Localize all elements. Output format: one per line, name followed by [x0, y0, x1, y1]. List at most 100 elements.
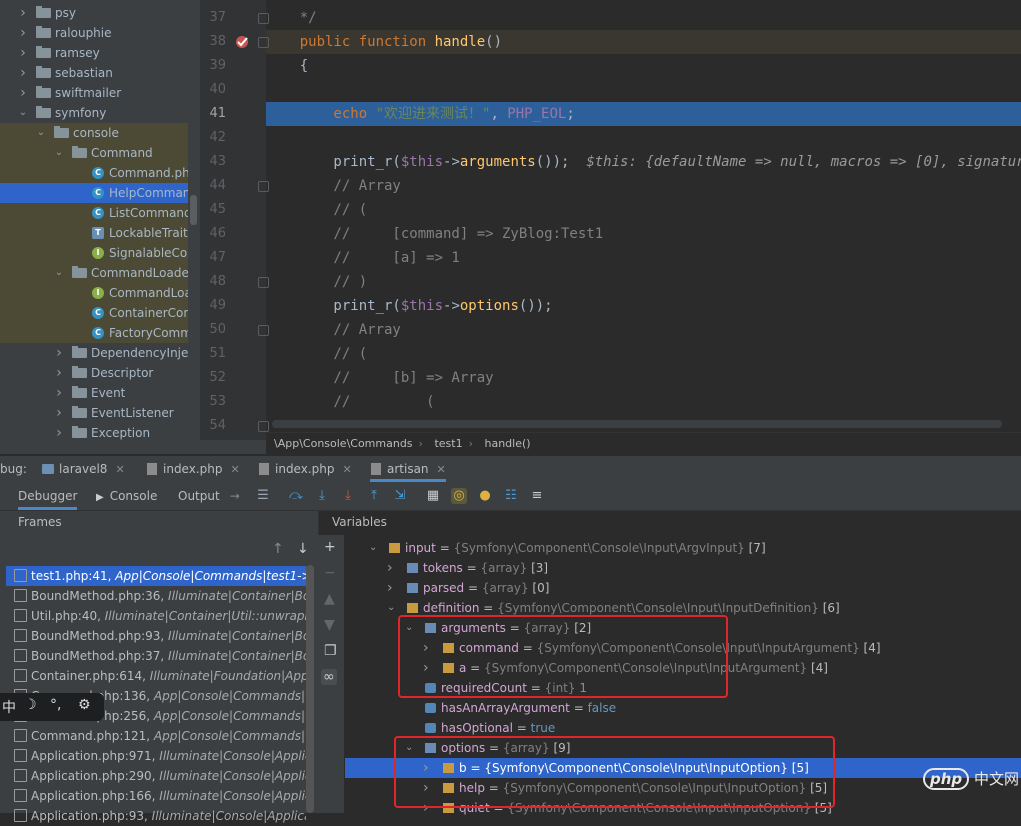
- code-line[interactable]: public function handle(): [266, 30, 1021, 54]
- run-to-cursor-icon[interactable]: ⇲: [392, 488, 408, 504]
- tree-item[interactable]: C HelpCommand: [0, 183, 188, 203]
- code-line[interactable]: echo "欢迎进来测试！", PHP_EOL;: [266, 102, 1021, 126]
- tree-item[interactable]: › EventListener: [0, 403, 188, 423]
- code-line[interactable]: [266, 78, 1021, 102]
- move-up-icon[interactable]: ▲: [324, 591, 335, 607]
- frame-item[interactable]: Application.php:971, Illuminate|Console|…: [6, 746, 306, 766]
- breakpoint-icon[interactable]: [235, 35, 249, 49]
- gear-icon[interactable]: ⚙: [78, 697, 91, 713]
- code-line[interactable]: // (: [266, 198, 1021, 222]
- add-watch-icon[interactable]: +: [324, 539, 336, 555]
- list-icon[interactable]: ☷: [503, 488, 519, 504]
- tree-item[interactable]: ⌄ symfony: [0, 103, 188, 123]
- code-line[interactable]: // (: [266, 342, 1021, 366]
- step-over-icon[interactable]: ⤼: [288, 488, 304, 504]
- settings-list-icon[interactable]: ≡: [529, 488, 545, 504]
- fold-marker[interactable]: [258, 277, 269, 288]
- frame-up-icon[interactable]: ↑: [272, 541, 284, 557]
- layout-menu-icon[interactable]: ☰: [255, 488, 271, 504]
- tree-item[interactable]: › Event: [0, 383, 188, 403]
- frame-down-icon[interactable]: ↓: [297, 541, 309, 557]
- code-line[interactable]: // Array: [266, 318, 1021, 342]
- code-editor[interactable]: */ public function handle() { echo "欢迎进来…: [266, 0, 1021, 430]
- chevron-right-icon[interactable]: ›: [387, 558, 393, 578]
- frame-item[interactable]: Application.php:166, Illuminate|Console|…: [6, 786, 306, 806]
- code-line[interactable]: print_r($this->arguments()); $this: {def…: [266, 150, 1021, 174]
- chevron-right-icon[interactable]: ›: [17, 43, 29, 63]
- chevron-right-icon[interactable]: ›: [17, 3, 29, 23]
- tree-item[interactable]: I SignalableCom: [0, 243, 188, 263]
- tree-item[interactable]: C ListCommand: [0, 203, 188, 223]
- tab-debugger[interactable]: Debugger: [18, 482, 78, 510]
- tab-console[interactable]: ▶ Console: [96, 482, 157, 510]
- chevron-right-icon[interactable]: ›: [53, 423, 65, 440]
- moon-icon[interactable]: ☽: [24, 697, 37, 713]
- copy-icon[interactable]: ❐: [324, 643, 337, 659]
- variable-row[interactable]: › tokens = {array} [3]: [345, 558, 1021, 578]
- variable-row[interactable]: ⌄ input = {Symfony\Component\Console\Inpu…: [345, 538, 1021, 558]
- debug-tab-laravel8[interactable]: laravel8 ✕: [42, 456, 125, 482]
- chevron-right-icon[interactable]: ›: [53, 363, 65, 383]
- breadcrumb-class[interactable]: test1: [434, 437, 462, 450]
- frame-item[interactable]: Command.php:121, App|Console|Commands|te…: [6, 726, 306, 746]
- frame-item[interactable]: BoundMethod.php:37, Illuminate|Container…: [6, 646, 306, 666]
- tree-item[interactable]: › sebastian: [0, 63, 188, 83]
- glasses-icon[interactable]: ∞: [321, 669, 337, 685]
- close-icon[interactable]: ✕: [115, 463, 124, 476]
- code-line[interactable]: // [command] => ZyBlog:Test1: [266, 222, 1021, 246]
- code-line[interactable]: */: [266, 6, 1021, 30]
- tree-item[interactable]: ⌄ console: [0, 123, 188, 143]
- fold-marker[interactable]: [258, 325, 269, 336]
- frame-item[interactable]: Application.php:290, Illuminate|Console|…: [6, 766, 306, 786]
- frames-scrollbar[interactable]: [306, 565, 314, 813]
- debug-tab-artisan[interactable]: artisan ✕: [370, 456, 446, 482]
- step-out-icon[interactable]: ⤒: [366, 488, 382, 504]
- force-step-into-icon[interactable]: ⤓: [340, 488, 356, 504]
- breadcrumb-namespace[interactable]: \App\Console\Commands: [274, 437, 413, 450]
- remove-watch-icon[interactable]: −: [324, 565, 336, 581]
- move-down-icon[interactable]: ▼: [324, 617, 335, 633]
- chevron-right-icon[interactable]: ›: [387, 578, 393, 598]
- frame-item[interactable]: Container.php:614, Illuminate|Foundation…: [6, 666, 306, 686]
- tree-item[interactable]: C Command.php: [0, 163, 188, 183]
- ime-chinese-icon[interactable]: 中: [2, 697, 16, 717]
- tree-item[interactable]: C FactoryComm: [0, 323, 188, 343]
- chevron-down-icon[interactable]: ⌄: [35, 123, 47, 143]
- punctuation-icon[interactable]: °,: [50, 697, 61, 713]
- close-icon[interactable]: ✕: [230, 463, 239, 476]
- close-icon[interactable]: ✕: [342, 463, 351, 476]
- chevron-right-icon[interactable]: ›: [53, 403, 65, 423]
- code-line[interactable]: // (: [266, 390, 1021, 414]
- debug-tab-index-php-1[interactable]: index.php ✕: [146, 456, 240, 482]
- fold-marker[interactable]: [258, 37, 269, 48]
- chevron-right-icon[interactable]: ›: [53, 343, 65, 363]
- code-line[interactable]: // ): [266, 270, 1021, 294]
- tree-item[interactable]: › ramsey: [0, 43, 188, 63]
- step-into-icon[interactable]: ⤓: [314, 488, 330, 504]
- code-line[interactable]: // [a] => 1: [266, 246, 1021, 270]
- tree-scroll-thumb[interactable]: [190, 195, 197, 225]
- fold-marker[interactable]: [258, 13, 269, 24]
- code-line[interactable]: print_r($this->options());: [266, 294, 1021, 318]
- tree-item[interactable]: › psy: [0, 3, 188, 23]
- editor-hscrollbar[interactable]: [272, 420, 1002, 428]
- fold-marker[interactable]: [258, 421, 269, 432]
- chevron-down-icon[interactable]: ⌄: [387, 598, 395, 618]
- watch-icon-2[interactable]: ●: [477, 488, 493, 504]
- tree-item[interactable]: › Descriptor: [0, 363, 188, 383]
- chevron-right-icon[interactable]: ›: [17, 83, 29, 103]
- ime-toolbar[interactable]: 中 ☽ °, ⚙: [0, 693, 104, 721]
- code-line[interactable]: {: [266, 54, 1021, 78]
- tree-scrollbar[interactable]: [188, 0, 200, 440]
- variable-row[interactable]: hasAnArrayArgument = false: [345, 698, 1021, 718]
- tree-item[interactable]: ⌄ Command: [0, 143, 188, 163]
- frame-item[interactable]: test1.php:41, App|Console|Commands|test1…: [6, 566, 306, 586]
- tree-item[interactable]: › Exception: [0, 423, 188, 440]
- tree-item[interactable]: › swiftmailer: [0, 83, 188, 103]
- debug-tab-index-php-2[interactable]: index.php ✕: [258, 456, 352, 482]
- breadcrumb-method[interactable]: handle(): [484, 437, 530, 450]
- frame-item[interactable]: BoundMethod.php:36, Illuminate|Container…: [6, 586, 306, 606]
- tree-item[interactable]: T LockableTrait: [0, 223, 188, 243]
- tab-output[interactable]: Output →: [178, 482, 240, 510]
- chevron-right-icon[interactable]: ›: [17, 63, 29, 83]
